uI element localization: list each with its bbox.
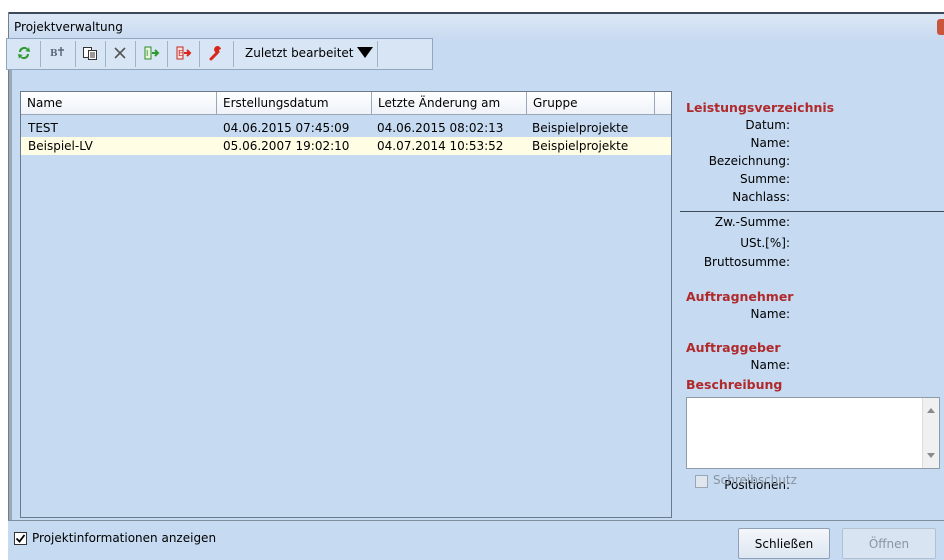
column-header-group[interactable]: Gruppe [527,92,655,114]
cell-group: Beispielprojekte [532,139,629,153]
section-title-auftraggeber: Auftraggeber [686,340,781,355]
scrollbar[interactable] [922,398,939,468]
cell-modified: 04.06.2015 08:02:13 [377,121,504,135]
export-icon[interactable]: E [173,42,195,64]
label-zw-summe: Zw.-Summe: [714,215,790,229]
checkmark-icon [15,534,26,543]
label-ust: USt.[%]: [740,236,790,250]
window-title: Projektverwaltung [14,20,123,34]
label-summe: Summe: [739,172,790,186]
rename-icon[interactable]: B [45,42,71,64]
table-row[interactable]: Beispiel-LV 05.06.2007 19:02:10 04.07.20… [21,137,671,155]
toolbar-separator [233,41,234,67]
svg-text:E: E [178,49,183,58]
refresh-icon[interactable] [13,42,35,64]
section-title-beschreibung: Beschreibung [686,377,783,392]
import-icon[interactable]: I [141,42,163,64]
scroll-up-icon[interactable] [927,408,935,413]
write-protect-label: Schreibschutz [713,473,797,487]
toolbar-separator [135,41,136,67]
close-icon[interactable] [937,19,944,35]
tools-icon[interactable] [205,42,227,64]
cell-created: 05.06.2007 19:02:10 [223,139,350,153]
section-title-auftragnehmer: Auftragnehmer [686,289,794,304]
toolbar-separator [199,41,200,67]
toolbar-separator [105,41,106,67]
open-button[interactable]: Öffnen [842,528,936,559]
toolbar-separator [40,41,41,67]
label-auftraggeber-name: Name: [750,358,790,372]
table-row[interactable]: TEST 04.06.2015 07:45:09 04.06.2015 08:0… [21,119,671,137]
label-name: Name: [750,136,790,150]
column-header-modified[interactable]: Letzte Änderung am [372,92,527,114]
cell-name: Beispiel-LV [28,139,93,153]
cell-group: Beispielprojekte [532,121,629,135]
label-nachlass: Nachlass: [732,190,790,204]
description-textarea[interactable] [686,397,940,469]
scroll-down-icon[interactable] [927,453,935,458]
divider [680,211,944,212]
label-auftragnehmer-name: Name: [750,307,790,321]
column-header-name[interactable]: Name [21,92,217,114]
toolbar: B I E Zuletzt bearbeitet [6,38,433,70]
cell-name: TEST [28,121,58,135]
copy-icon[interactable] [79,42,101,64]
show-info-label: Projektinformationen anzeigen [32,531,217,545]
cell-modified: 04.07.2014 10:53:52 [377,139,504,153]
toolbar-separator [167,41,168,67]
title-bar: Projektverwaltung [9,12,944,40]
project-list[interactable]: Name Erstellungsdatum Letzte Änderung am… [20,91,672,518]
svg-text:B: B [50,49,58,59]
label-brutto: Bruttosumme: [703,255,790,269]
cell-created: 04.06.2015 07:45:09 [223,121,350,135]
window-left-border [9,38,12,559]
section-title-lv: Leistungsverzeichnis [686,100,835,115]
chevron-down-icon[interactable] [357,47,373,58]
list-header: Name Erstellungsdatum Letzte Änderung am… [21,92,671,115]
toolbar-separator [75,41,76,67]
write-protect-checkbox[interactable] [695,475,708,488]
show-info-checkbox[interactable] [14,532,27,545]
svg-text:I: I [146,49,148,58]
delete-icon[interactable] [109,42,131,64]
close-button[interactable]: Schließen [738,528,830,559]
label-bezeichnung: Bezeichnung: [708,154,790,168]
toolbar-separator [377,41,378,67]
column-header-created[interactable]: Erstellungsdatum [217,92,372,114]
label-datum: Datum: [745,118,790,132]
recent-filter-label[interactable]: Zuletzt bearbeitet [237,42,365,64]
project-info-panel: Leistungsverzeichnis Datum: Name: Bezeic… [680,91,944,528]
